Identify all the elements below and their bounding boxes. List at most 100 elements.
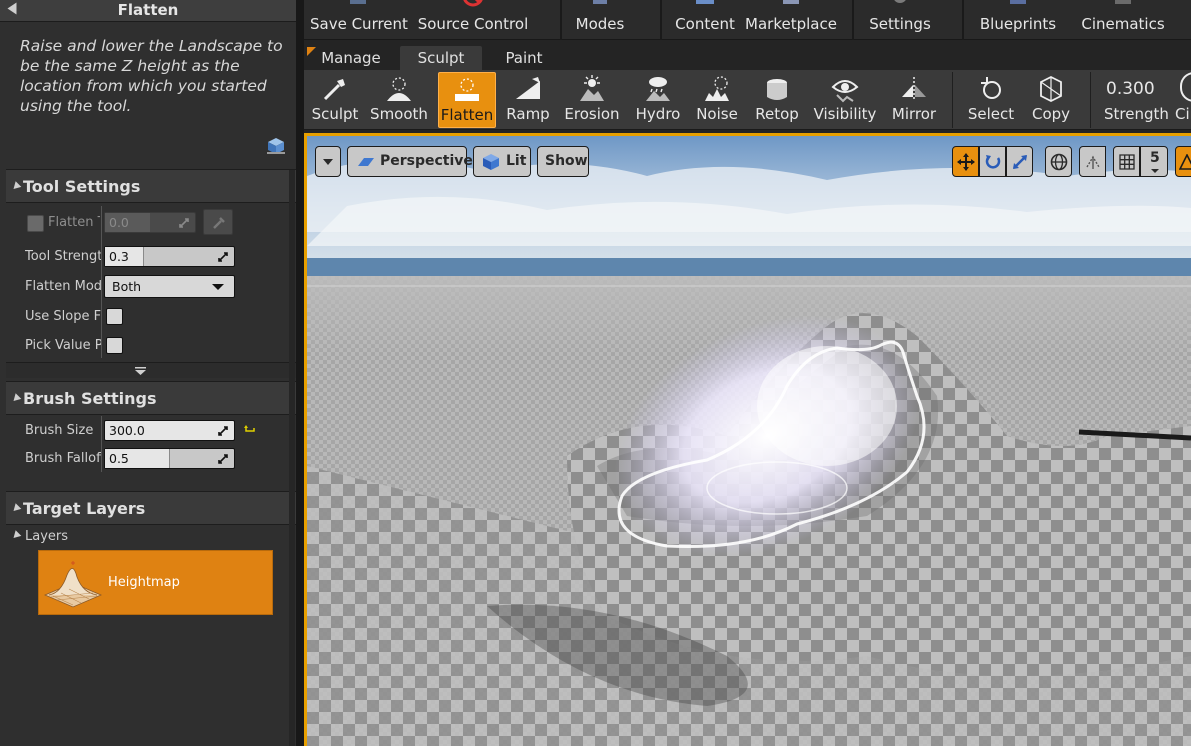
show-button[interactable]: Show <box>537 146 589 177</box>
main-toolbar: Save Current Source Control Modes Conten… <box>304 0 1191 40</box>
tool-hydro-button[interactable]: Hydro <box>630 72 686 128</box>
tab-corner-marker <box>307 47 316 56</box>
flatten-icon <box>455 78 479 101</box>
lit-button[interactable]: Lit <box>473 146 531 177</box>
flatten-mode-value: Both <box>112 279 142 294</box>
tool-title: Flatten <box>117 1 179 19</box>
layers-group[interactable]: Layers <box>6 526 296 546</box>
tool-copy-button[interactable]: Copy <box>1024 72 1078 128</box>
panel-divider[interactable] <box>296 0 304 746</box>
level-viewport[interactable]: Perspective Lit Show 5 <box>304 133 1191 746</box>
tool-noise-button[interactable]: Noise <box>692 72 742 128</box>
gear-icon <box>894 0 906 3</box>
drag-arrows-icon <box>218 426 228 436</box>
tab-manage[interactable]: Manage <box>318 46 384 70</box>
circle-brush-label[interactable]: Cir <box>1175 105 1191 123</box>
brush-settings-header[interactable]: Brush Settings <box>6 381 296 415</box>
hydro-icon <box>646 77 670 101</box>
drag-arrows-icon <box>179 218 189 228</box>
layers-label: Layers <box>25 529 69 544</box>
rotate-mode-button[interactable] <box>979 146 1006 177</box>
grid-snap-button[interactable] <box>1113 146 1140 177</box>
tool-retop-label: Retop <box>755 105 799 123</box>
settings-label: Settings <box>869 15 931 33</box>
heightmap-layer-item[interactable]: Heightmap <box>38 550 273 615</box>
landscape-scene[interactable] <box>307 136 1191 746</box>
translate-mode-button[interactable] <box>952 146 979 177</box>
world-local-toggle[interactable] <box>1045 146 1072 177</box>
surface-snap-button[interactable] <box>1079 146 1106 177</box>
expand-arrow-icon[interactable] <box>10 530 22 541</box>
tool-sculpt-label: Sculpt <box>311 105 359 123</box>
brush-falloff-field[interactable]: 0.5 <box>104 448 235 469</box>
property-splitter[interactable] <box>101 416 102 472</box>
landscape-cube-icon[interactable] <box>266 136 286 156</box>
settings-button[interactable]: Settings <box>862 0 938 40</box>
warning-button[interactable] <box>1175 146 1191 177</box>
tool-retop-button[interactable]: Retop <box>750 72 804 128</box>
brush-falloff-label: Brush Falloff <box>25 451 101 466</box>
toolbar-separator <box>962 0 964 40</box>
tool-erosion-label: Erosion <box>564 105 620 123</box>
advanced-expander[interactable] <box>6 362 296 378</box>
source-control-button[interactable]: Source Control <box>414 0 532 40</box>
scale-mode-button[interactable] <box>1006 146 1033 177</box>
noise-icon <box>705 76 729 101</box>
tool-flatten-button[interactable]: Flatten <box>438 72 496 128</box>
tool-mirror-button[interactable]: Mirror <box>884 72 944 128</box>
flatten-target-value: 0.0 <box>109 215 129 230</box>
flatten-target-checkbox[interactable] <box>27 215 44 232</box>
ramp-icon <box>516 77 540 99</box>
panel-scrollbar[interactable] <box>289 170 295 746</box>
tool-select-button[interactable]: Select <box>962 72 1020 128</box>
tool-erosion-button[interactable]: Erosion <box>562 72 622 128</box>
brush-size-field[interactable]: 300.0 <box>104 420 235 441</box>
pick-value-checkbox[interactable] <box>106 337 123 354</box>
strength-value[interactable]: 0.300 <box>1106 79 1155 99</box>
tool-strength-value: 0.3 <box>109 249 129 264</box>
target-layers-header[interactable]: Target Layers <box>6 491 296 525</box>
grid-size-button[interactable]: 5 <box>1140 146 1168 177</box>
content-button[interactable]: Content <box>674 0 736 40</box>
tool-smooth-label: Smooth <box>370 105 428 123</box>
blueprints-button[interactable]: Blueprints <box>974 0 1062 40</box>
cinematics-button[interactable]: Cinematics <box>1078 0 1168 40</box>
expand-arrow-icon[interactable] <box>10 181 22 192</box>
marketplace-button[interactable]: Marketplace <box>744 0 838 40</box>
viewport-options-button[interactable] <box>315 146 341 177</box>
eyedropper-button[interactable] <box>203 209 233 235</box>
modes-button[interactable]: Modes <box>570 0 630 40</box>
tool-ramp-button[interactable]: Ramp <box>502 72 554 128</box>
perspective-label: Perspective <box>380 153 473 169</box>
property-splitter[interactable] <box>101 206 102 358</box>
lit-sphere-icon <box>483 154 499 170</box>
tool-copy-label: Copy <box>1031 105 1071 123</box>
blueprints-icon <box>1010 0 1026 4</box>
tool-smooth-button[interactable]: Smooth <box>368 72 430 128</box>
heightmap-thumbnail-icon <box>43 561 103 608</box>
expand-arrow-icon[interactable] <box>10 503 22 514</box>
flatten-mode-dropdown[interactable]: Both <box>104 275 235 298</box>
sculpt-brush-icon <box>323 79 345 101</box>
save-current-button[interactable]: Save Current <box>310 0 408 40</box>
rotate-icon <box>985 155 1001 169</box>
tool-settings-header[interactable]: Tool Settings <box>6 169 296 203</box>
circle-brush-icon[interactable] <box>1180 72 1191 102</box>
modes-label: Modes <box>575 15 625 33</box>
landscape-mode-panel: Flatten Raise and lower the Landscape to… <box>0 0 296 746</box>
tool-ramp-label: Ramp <box>506 105 550 123</box>
reset-to-default-icon[interactable] <box>244 425 256 435</box>
use-slope-checkbox[interactable] <box>106 308 123 325</box>
tool-strength-label: Tool Strength <box>25 249 101 264</box>
tool-sculpt-button[interactable]: Sculpt <box>308 72 362 128</box>
perspective-button[interactable]: Perspective <box>347 146 473 177</box>
sculpt-toolbar: Sculpt Smooth Flatten Ramp Erosion Hydro… <box>304 70 1191 130</box>
tool-strength-field[interactable]: 0.3 <box>104 246 235 267</box>
expand-arrow-icon[interactable] <box>10 393 22 404</box>
source-control-icon <box>463 0 483 7</box>
tool-header[interactable]: Flatten <box>0 0 296 22</box>
tab-paint[interactable]: Paint <box>492 46 556 70</box>
tab-sculpt[interactable]: Sculpt <box>400 46 482 70</box>
tool-visibility-button[interactable]: Visibility <box>812 72 878 128</box>
save-icon <box>350 0 366 4</box>
